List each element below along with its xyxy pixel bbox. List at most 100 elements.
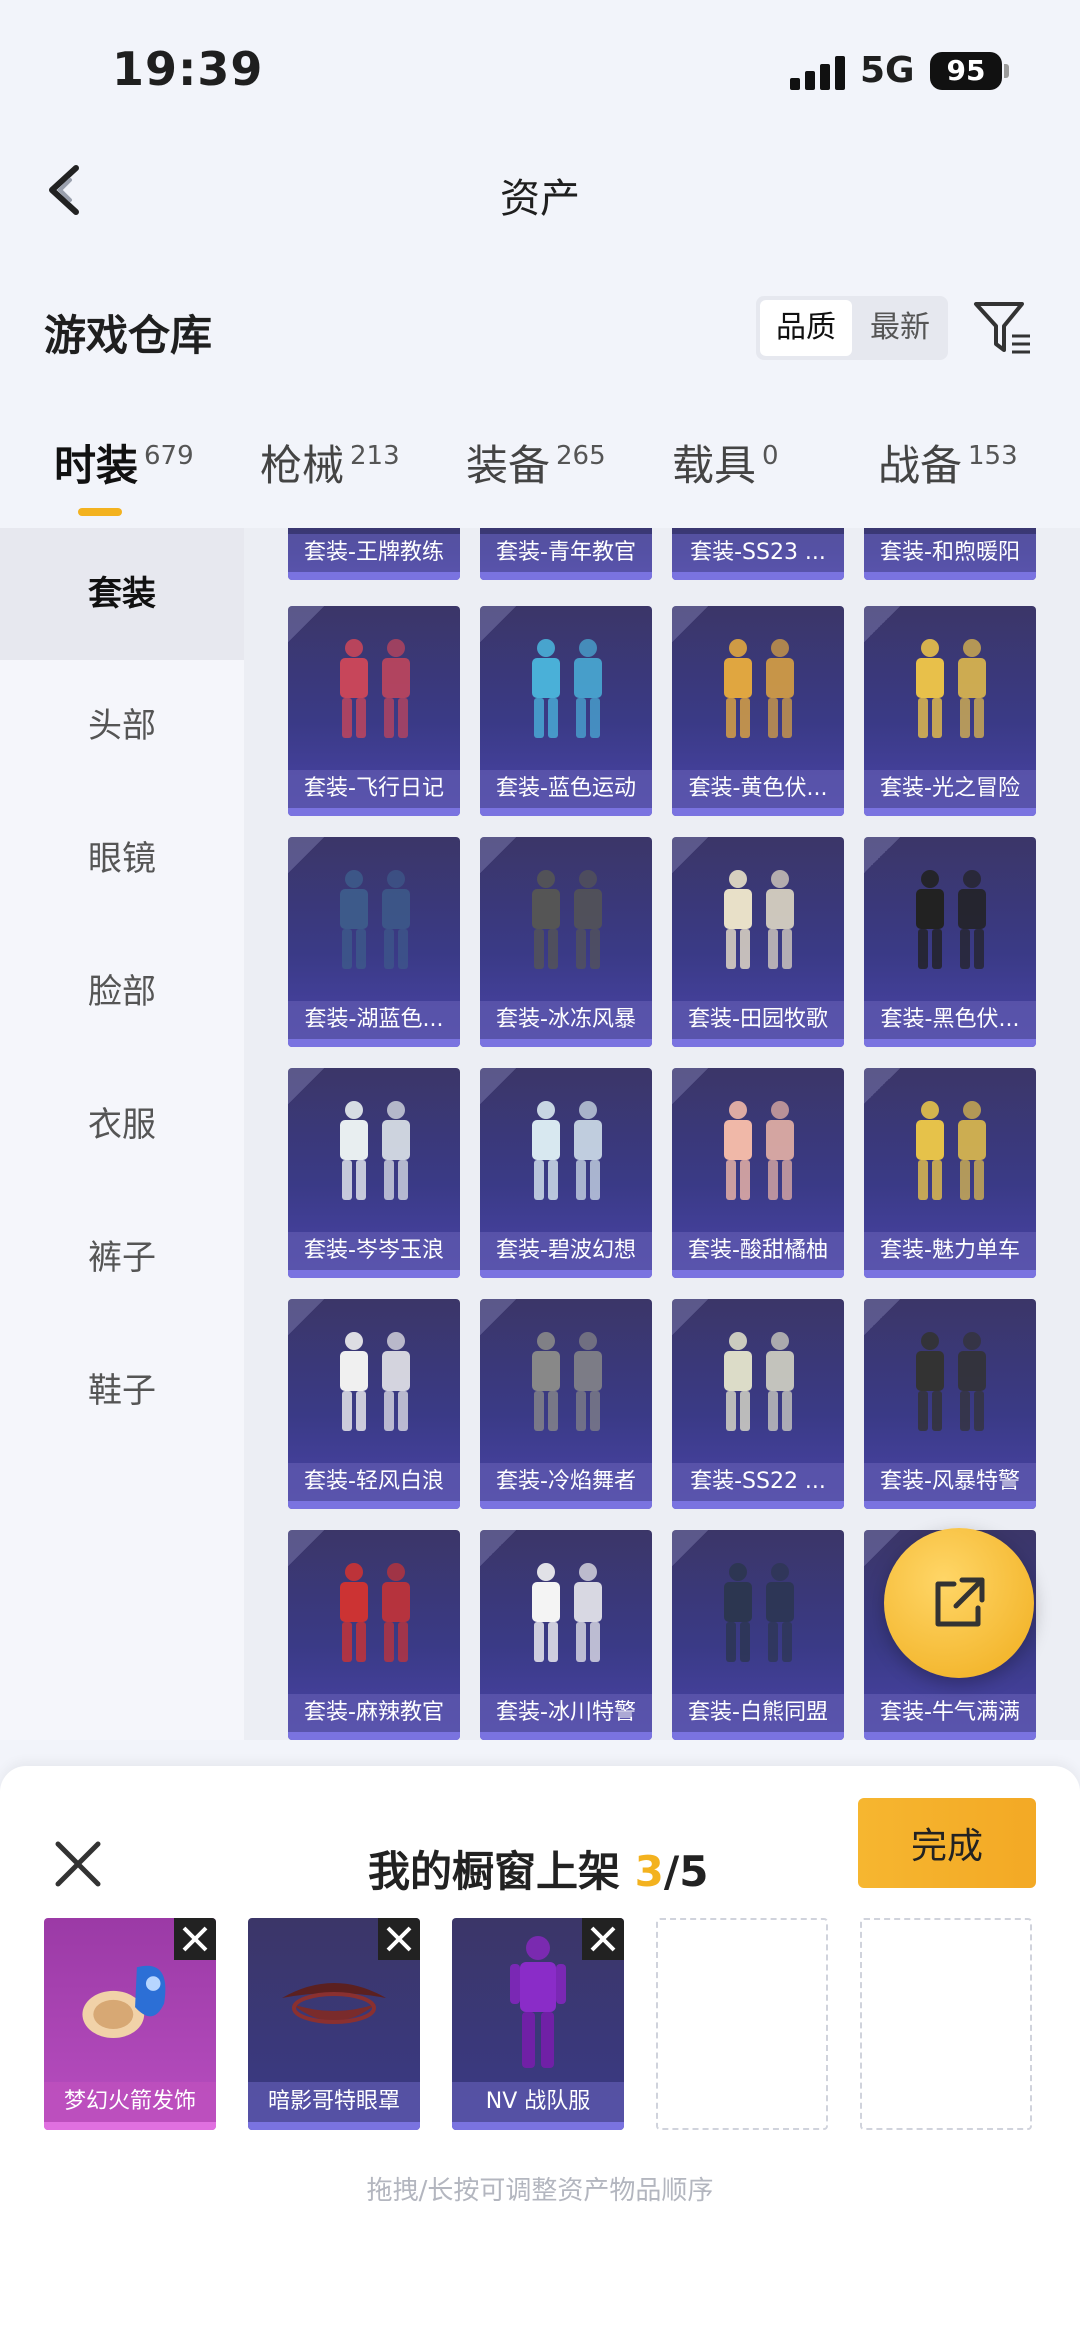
rarity-bar (452, 2122, 624, 2130)
rarity-bar (248, 2122, 420, 2130)
rarity-bar (288, 1039, 460, 1047)
close-icon[interactable] (54, 1840, 102, 1888)
tab-count: 153 (968, 441, 1018, 471)
tab-label: 时装 (54, 441, 139, 490)
item-label: 套装-冷焰舞者 (480, 1463, 652, 1501)
share-icon (935, 1577, 985, 1627)
item-card[interactable]: 套装-黄色伏... (672, 606, 844, 816)
item-card[interactable]: 套装-冰冻风暴 (480, 837, 652, 1047)
remove-slot-icon[interactable] (174, 1918, 216, 1960)
page-title: 资产 (500, 176, 580, 222)
item-label: 套装-魅力单车 (864, 1232, 1036, 1270)
done-button[interactable]: 完成 (858, 1798, 1036, 1888)
item-card[interactable]: 套装-冷焰舞者 (480, 1299, 652, 1509)
item-label: 套装-湖蓝色... (288, 1001, 460, 1039)
outfit-icon (532, 870, 602, 969)
item-card[interactable]: 套装-和煦暖阳 (864, 528, 1036, 580)
tab-equipment[interactable]: 装备 265 (466, 432, 606, 502)
item-label: 套装-光之冒险 (864, 770, 1036, 808)
item-label: 套装-蓝色运动 (480, 770, 652, 808)
rarity-bar (672, 1270, 844, 1278)
rarity-bar (672, 1732, 844, 1740)
sidebar-item-head[interactable]: 头部 (0, 660, 244, 792)
outfit-icon (724, 1101, 794, 1200)
slot-label: NV 战队服 (452, 2082, 624, 2122)
network-type: 5G (860, 50, 915, 91)
showcase-slot[interactable]: NV 战队服 (452, 1918, 624, 2130)
item-card[interactable]: 套装-酸甜橘柚 (672, 1068, 844, 1278)
rarity-bar (480, 1732, 652, 1740)
item-card[interactable]: 套装-碧波幻想 (480, 1068, 652, 1278)
slot-label: 暗影哥特眼罩 (248, 2082, 420, 2122)
rarity-bar (288, 808, 460, 816)
tab-count: 0 (762, 441, 779, 471)
tab-supplies[interactable]: 战备 153 (878, 432, 1018, 502)
sidebar-item-shoes[interactable]: 鞋子 (0, 1325, 244, 1457)
item-card[interactable]: 套装-田园牧歌 (672, 837, 844, 1047)
rarity-bar (288, 572, 460, 580)
item-label: 套装-SS22 ... (672, 1463, 844, 1501)
item-card[interactable]: 套装-光之冒险 (864, 606, 1036, 816)
item-card[interactable]: 套装-青年教官 (480, 528, 652, 580)
showcase-slot[interactable]: 暗影哥特眼罩 (248, 1918, 420, 2130)
rarity-bar (864, 808, 1036, 816)
sidebar-item-glasses[interactable]: 眼镜 (0, 793, 244, 925)
tab-fashion[interactable]: 时装 679 (54, 432, 194, 502)
rarity-bar (288, 1270, 460, 1278)
item-card[interactable]: 套装-黑色伏... (864, 837, 1036, 1047)
item-card[interactable]: 套装-SS22 ... (672, 1299, 844, 1509)
battery-icon: 95 (930, 52, 1002, 90)
signal-icon (790, 56, 846, 90)
item-card[interactable]: 套装-轻风白浪 (288, 1299, 460, 1509)
showcase-sheet: 我的橱窗上架 3/5 完成 梦幻火箭发饰 暗影哥特眼罩 NV 战队服 拖拽/长按… (0, 1766, 1080, 2337)
item-card[interactable]: 套装-飞行日记 (288, 606, 460, 816)
empty-slot[interactable] (656, 1918, 828, 2130)
outfit-icon (532, 1563, 602, 1662)
item-card[interactable]: 套装-岑岑玉浪 (288, 1068, 460, 1278)
item-card[interactable]: 套装-王牌教练 (288, 528, 460, 580)
rarity-bar (864, 572, 1036, 580)
sidebar-item-clothes[interactable]: 衣服 (0, 1059, 244, 1191)
tab-vehicles[interactable]: 载具 0 (672, 432, 779, 502)
item-label: 套装-SS23 ... (672, 534, 844, 572)
item-label: 套装-黑色伏... (864, 1001, 1036, 1039)
item-card[interactable]: 套装-风暴特警 (864, 1299, 1036, 1509)
item-card[interactable]: 套装-白熊同盟 (672, 1530, 844, 1740)
rarity-bar (288, 1732, 460, 1740)
rarity-bar (864, 1270, 1036, 1278)
tab-label: 载具 (672, 441, 757, 490)
outfit-icon (532, 1332, 602, 1431)
empty-slot[interactable] (860, 1918, 1032, 2130)
battery-tip (1004, 64, 1009, 78)
showcase-slot[interactable]: 梦幻火箭发饰 (44, 1918, 216, 2130)
outfit-icon (916, 639, 986, 738)
item-card[interactable]: 套装-湖蓝色... (288, 837, 460, 1047)
sort-newest-button[interactable]: 最新 (854, 300, 946, 356)
item-card[interactable]: 套装-蓝色运动 (480, 606, 652, 816)
item-card[interactable]: 套装-SS23 ... (672, 528, 844, 580)
remove-slot-icon[interactable] (378, 1918, 420, 1960)
filter-icon[interactable] (972, 298, 1034, 358)
tab-count: 265 (556, 441, 606, 471)
item-label: 套装-黄色伏... (672, 770, 844, 808)
rarity-bar (480, 1270, 652, 1278)
sidebar-item-pants[interactable]: 裤子 (0, 1192, 244, 1324)
share-button[interactable] (884, 1528, 1034, 1678)
sidebar-item-set[interactable]: 套装 (0, 528, 244, 660)
item-card[interactable]: 套装-魅力单车 (864, 1068, 1036, 1278)
item-label: 套装-麻辣教官 (288, 1694, 460, 1732)
rarity-bar (672, 1039, 844, 1047)
item-card[interactable]: 套装-冰川特警 (480, 1530, 652, 1740)
remove-slot-icon[interactable] (582, 1918, 624, 1960)
tab-guns[interactable]: 枪械 213 (260, 432, 400, 502)
item-label: 套装-冰川特警 (480, 1694, 652, 1732)
sidebar-item-face[interactable]: 脸部 (0, 926, 244, 1058)
sheet-title-text: 我的橱窗上架 (368, 1847, 635, 1896)
sort-quality-button[interactable]: 品质 (760, 300, 852, 356)
eyepatch-icon (282, 1983, 386, 2024)
showcase-total: /5 (663, 1847, 709, 1896)
outfit-icon (532, 639, 602, 738)
tab-label: 装备 (466, 441, 551, 490)
item-card[interactable]: 套装-麻辣教官 (288, 1530, 460, 1740)
item-label: 套装-田园牧歌 (672, 1001, 844, 1039)
